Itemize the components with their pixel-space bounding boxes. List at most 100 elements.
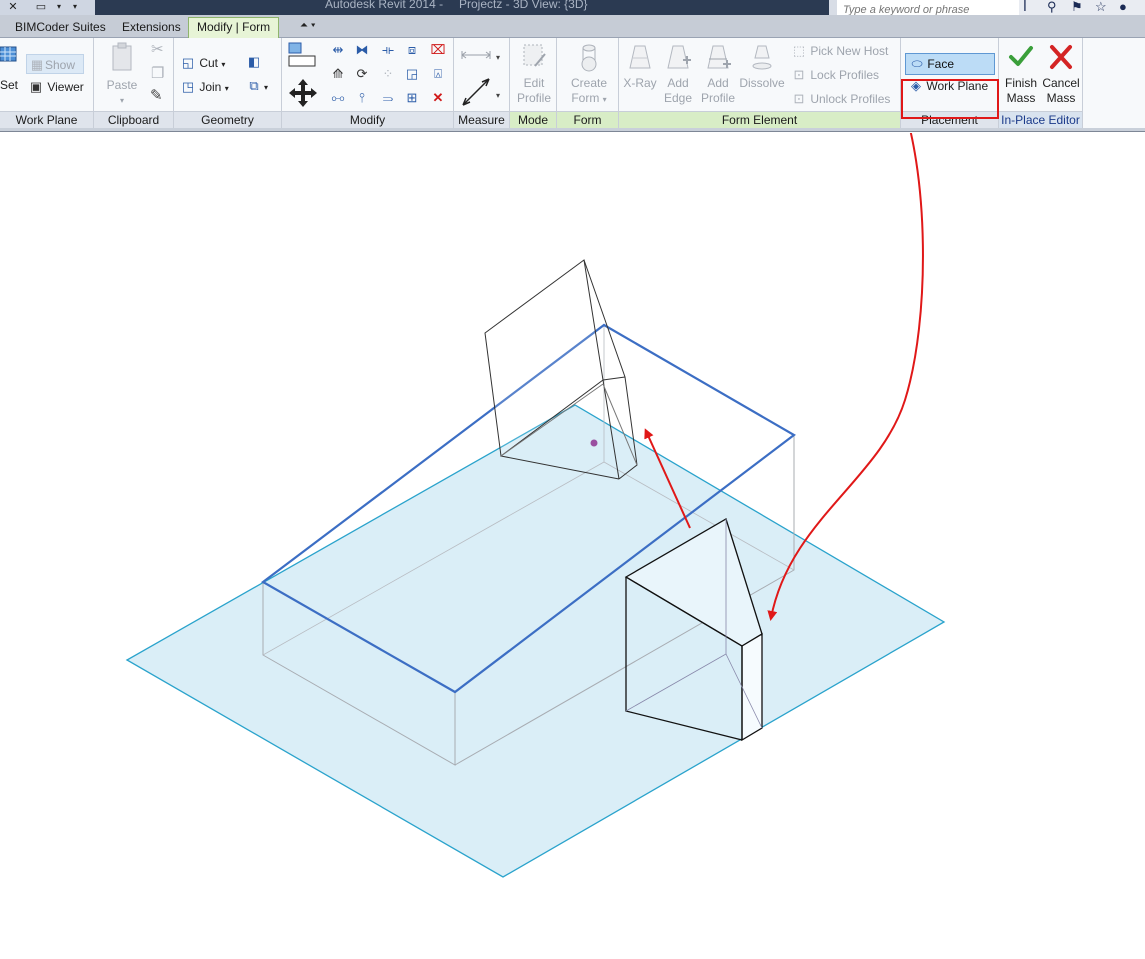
panel-in-place-editor: Finish Mass Cancel Mass In-Place Editor bbox=[999, 38, 1083, 129]
join-geometry-button[interactable]: ◳ Join ▾ bbox=[180, 79, 229, 96]
trim-extend-multiple-icon[interactable]: ⊞ bbox=[404, 90, 420, 106]
edit-profile-icon bbox=[523, 44, 546, 67]
mirror-pick-axis-icon[interactable]: ⇹ bbox=[330, 42, 346, 58]
dimension-icon[interactable] bbox=[460, 76, 492, 108]
pin-icon[interactable]: ⍓ bbox=[430, 66, 446, 82]
subscription-icon[interactable]: ⚲ bbox=[1047, 0, 1057, 15]
match-properties-icon[interactable]: ✎ bbox=[150, 88, 163, 103]
panel-label-work-plane: Work Plane bbox=[0, 111, 93, 129]
copy-icon[interactable]: ❐ bbox=[151, 66, 164, 81]
title-bar: ✕ ▭ ▾ ▾ Autodesk Revit 2014 - Projectz -… bbox=[0, 0, 1145, 15]
tab-extensions[interactable]: Extensions bbox=[114, 18, 189, 38]
xray-icon bbox=[629, 45, 651, 69]
face-icon: ⬭ bbox=[911, 56, 923, 71]
face-button[interactable]: ⬭ Face bbox=[905, 53, 995, 75]
binoculars-icon[interactable]: ꟾ bbox=[1023, 0, 1027, 15]
panel-modify: ⇹ ⧓ ⟛ ⧈ ⌧ ⟰ ⟳ ⁘ ◲ ⍓ ⧟ ⫯ ⥰ ⊞ ✕ Modify bbox=[282, 38, 454, 129]
customize-qat-icon[interactable]: ▾ bbox=[68, 1, 82, 13]
chevron-down-icon[interactable]: ▾ bbox=[52, 1, 66, 13]
align-icon[interactable] bbox=[288, 42, 318, 70]
lock-icon: ⊡ bbox=[793, 67, 805, 82]
unpin-icon[interactable]: ⌧ bbox=[430, 42, 446, 58]
face-label: Face bbox=[927, 57, 955, 71]
add-profile-button[interactable]: Add Profile bbox=[699, 42, 737, 106]
tab-modify-form[interactable]: Modify | Form bbox=[188, 17, 280, 39]
xray-button[interactable]: X-Ray bbox=[621, 42, 659, 91]
add-edge-icon bbox=[667, 45, 691, 69]
communication-icon[interactable]: ⚑ bbox=[1071, 0, 1083, 15]
split-face-icon[interactable]: ⧉ bbox=[246, 78, 262, 94]
unlock-icon: ⊡ bbox=[793, 91, 805, 106]
panel-label-clipboard: Clipboard bbox=[94, 111, 173, 129]
split-element-icon[interactable]: ⟛ bbox=[380, 42, 396, 58]
checkmark-icon bbox=[1009, 46, 1033, 66]
offset-icon[interactable]: ⟰ bbox=[330, 66, 346, 82]
join-geometry-icon: ◳ bbox=[181, 79, 195, 94]
tab-panel-toggle-icon[interactable]: ⏶ ▾ bbox=[300, 20, 330, 34]
ribbon-tabs: BIMCoder Suites Extensions Modify | Form… bbox=[0, 15, 1145, 39]
cancel-mass-label-2: Mass bbox=[1046, 91, 1076, 105]
copy-element-icon[interactable]: ⧟ bbox=[330, 90, 346, 106]
pick-new-host-icon: ⬚ bbox=[792, 43, 806, 58]
trim-extend-corner-icon[interactable]: ⫯ bbox=[354, 90, 370, 106]
trim-extend-single-icon[interactable]: ⥰ bbox=[380, 90, 396, 106]
unlock-profiles-button[interactable]: ⊡ Unlock Profiles bbox=[791, 91, 891, 107]
tab-bimcoder-suites[interactable]: BIMCoder Suites bbox=[7, 18, 114, 38]
split-gap-icon[interactable]: ⧈ bbox=[404, 42, 420, 58]
pick-new-host-button[interactable]: ⬚ Pick New Host bbox=[791, 43, 889, 59]
favorites-star-icon[interactable]: ☆ bbox=[1095, 0, 1107, 15]
paste-dropdown-icon: ▾ bbox=[119, 96, 124, 105]
edit-profile-button[interactable]: Edit Profile bbox=[513, 42, 555, 106]
array-icon[interactable]: ⁘ bbox=[380, 66, 396, 82]
ground-plane[interactable] bbox=[125, 404, 946, 878]
clipboard-icon bbox=[112, 42, 132, 71]
lock-profiles-button[interactable]: ⊡ Lock Profiles bbox=[791, 67, 880, 83]
chevron-down-icon[interactable]: ▾ bbox=[264, 80, 268, 95]
3d-scene[interactable] bbox=[0, 133, 1145, 959]
cancel-mass-button[interactable]: Cancel Mass bbox=[1041, 42, 1081, 106]
scale-icon[interactable]: ◲ bbox=[404, 66, 420, 82]
cut-label: Cut bbox=[199, 56, 219, 70]
cut-geometry-button[interactable]: ◱ Cut ▾ bbox=[180, 55, 226, 72]
measure-distance-icon[interactable] bbox=[460, 48, 492, 62]
ribbon-bottom-edge bbox=[0, 128, 1145, 132]
viewer-icon: ▣ bbox=[29, 79, 43, 94]
switch-windows-icon[interactable]: ▭ bbox=[34, 1, 48, 13]
create-form-label-1: Create bbox=[570, 76, 608, 90]
xray-label: X-Ray bbox=[623, 76, 657, 90]
viewer-button[interactable]: ▣ Viewer bbox=[28, 79, 84, 95]
chevron-down-icon: ▾ bbox=[221, 60, 226, 69]
cancel-mass-label-1: Cancel bbox=[1042, 76, 1080, 90]
paste-button[interactable]: Paste ▾ bbox=[102, 42, 142, 108]
mirror-draw-axis-icon[interactable]: ⧓ bbox=[354, 42, 370, 58]
create-form-button[interactable]: Create Form ▾ bbox=[565, 42, 613, 107]
set-button[interactable]: Set bbox=[0, 78, 18, 93]
panel-label-mode: Mode bbox=[510, 111, 556, 129]
dissolve-button[interactable]: Dissolve bbox=[739, 42, 785, 91]
panel-label-in-place-editor: In-Place Editor bbox=[999, 111, 1082, 129]
viewer-label: Viewer bbox=[47, 80, 84, 94]
search-input[interactable] bbox=[837, 3, 1015, 15]
rotate-icon[interactable]: ⟳ bbox=[354, 66, 370, 82]
quick-access-toolbar: ✕ ▭ ▾ ▾ bbox=[0, 0, 95, 15]
add-edge-label-1: Add bbox=[667, 76, 689, 90]
user-icon[interactable]: ● bbox=[1119, 0, 1127, 14]
show-label: Show bbox=[45, 58, 76, 72]
create-form-label-2: Form ▾ bbox=[571, 91, 607, 105]
delete-icon[interactable]: ✕ bbox=[430, 90, 446, 106]
move-arrows-icon[interactable] bbox=[288, 78, 318, 108]
close-hidden-icon[interactable]: ✕ bbox=[6, 1, 20, 13]
add-edge-label-2: Edge bbox=[663, 91, 693, 105]
show-button[interactable]: ▦ Show bbox=[26, 54, 84, 74]
finish-mass-button[interactable]: Finish Mass bbox=[1001, 42, 1041, 106]
add-edge-button[interactable]: Add Edge bbox=[659, 42, 697, 106]
wall-joins-icon[interactable]: ◧ bbox=[246, 54, 262, 70]
panel-geometry: ◱ Cut ▾ ◳ Join ▾ ◧ ⧉ ▾ Geometry bbox=[174, 38, 282, 129]
chevron-down-icon[interactable]: ▾ bbox=[496, 50, 500, 65]
cut-scissors-icon[interactable]: ✂ bbox=[151, 42, 164, 57]
dissolve-icon bbox=[752, 45, 772, 70]
3d-view-canvas[interactable] bbox=[0, 133, 1145, 959]
chevron-down-icon[interactable]: ▾ bbox=[496, 88, 500, 103]
panel-form: Create Form ▾ Form bbox=[557, 38, 619, 129]
add-profile-label-2: Profile bbox=[700, 91, 735, 105]
